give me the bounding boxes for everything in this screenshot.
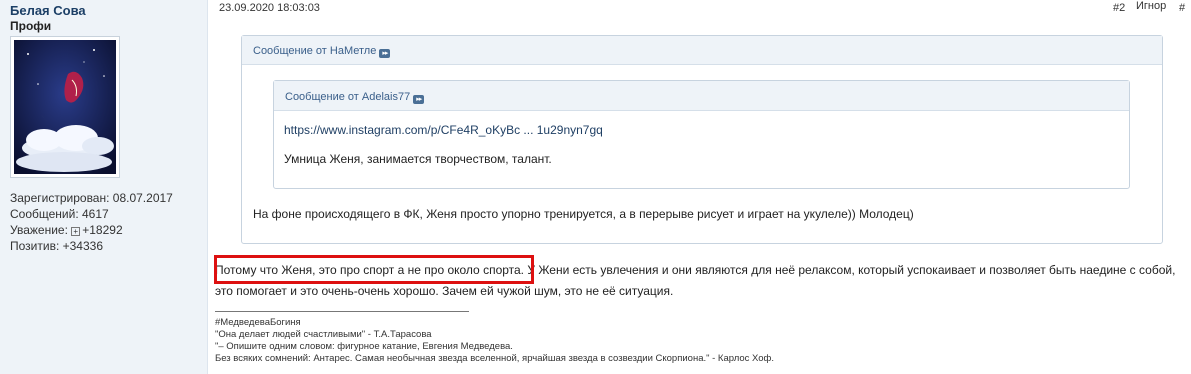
post-body: 23.09.2020 18:03:03 #2 Игнор # Сообщение… <box>208 0 1191 374</box>
signature-divider <box>215 311 469 312</box>
respect-label: Уважение: <box>10 223 68 237</box>
post-message: Потому что Женя, это про спорт а не про … <box>215 260 1191 302</box>
respect-value: +18292 <box>82 223 123 237</box>
plus-box-icon[interactable]: + <box>71 227 81 236</box>
instagram-link[interactable]: https://www.instagram.com/p/CFe4R_oKyBc … <box>284 123 603 137</box>
user-sidebar: Белая Сова Профи Зарегистрирован: 08.07.… <box>0 0 208 374</box>
go-to-post-icon[interactable]: ▸▸ <box>379 49 391 58</box>
signature-line: "Она делает людей счастливыми" - Т.А.Тар… <box>215 329 432 340</box>
user-stats: Зарегистрирован: 08.07.2017 Сообщений: 4… <box>10 190 173 254</box>
respect-row: Уважение: + +18292 <box>10 222 173 238</box>
avatar-moon-image <box>14 40 116 174</box>
post-date: 23.09.2020 18:03:03 <box>219 2 320 14</box>
post-number-link[interactable]: #2 <box>1113 2 1125 14</box>
post-permalink[interactable]: # <box>1179 2 1185 14</box>
forum-post: Белая Сова Профи Зарегистрирован: 08.07.… <box>0 0 1191 374</box>
message-highlighted-text: Потому что Женя, это про спорт а не про … <box>215 263 525 277</box>
quote-author-label: Сообщение от Adelais77 <box>285 91 411 103</box>
go-to-post-icon[interactable]: ▸▸ <box>413 95 425 104</box>
signature-line: #МедведеваБогиня <box>215 317 301 328</box>
outer-quote-text: На фоне происходящего в ФК, Женя просто … <box>253 207 914 221</box>
registered-date: Зарегистрирован: 08.07.2017 <box>10 191 173 205</box>
signature-line: Без всяких сомнений: Антарес. Самая необ… <box>215 353 775 364</box>
quote-block-inner: Сообщение от Adelais77 ▸▸ https://www.ins… <box>273 80 1130 189</box>
signature-line: "– Опишите одним словом: фигурное катани… <box>215 341 513 352</box>
quote-header-inner: Сообщение от Adelais77 ▸▸ <box>274 81 1129 111</box>
quote-author-label: Сообщение от НаМетле <box>253 45 377 57</box>
username-link[interactable]: Белая Сова <box>10 3 207 18</box>
inner-quote-text: Умница Женя, занимается творчеством, тал… <box>284 152 552 166</box>
signature: #МедведеваБогиня "Она делает людей счаст… <box>215 317 774 365</box>
quote-header-outer: Сообщение от НаМетле ▸▸ <box>242 36 1162 65</box>
post-count: Сообщений: 4617 <box>10 207 109 221</box>
quote-block-outer: Сообщение от НаМетле ▸▸ Сообщение от Adel… <box>241 35 1163 244</box>
positive-count: Позитив: +34336 <box>10 239 103 253</box>
avatar[interactable] <box>10 36 120 178</box>
ignore-button[interactable]: Игнор <box>1136 0 1166 12</box>
user-title: Профи <box>10 19 52 33</box>
